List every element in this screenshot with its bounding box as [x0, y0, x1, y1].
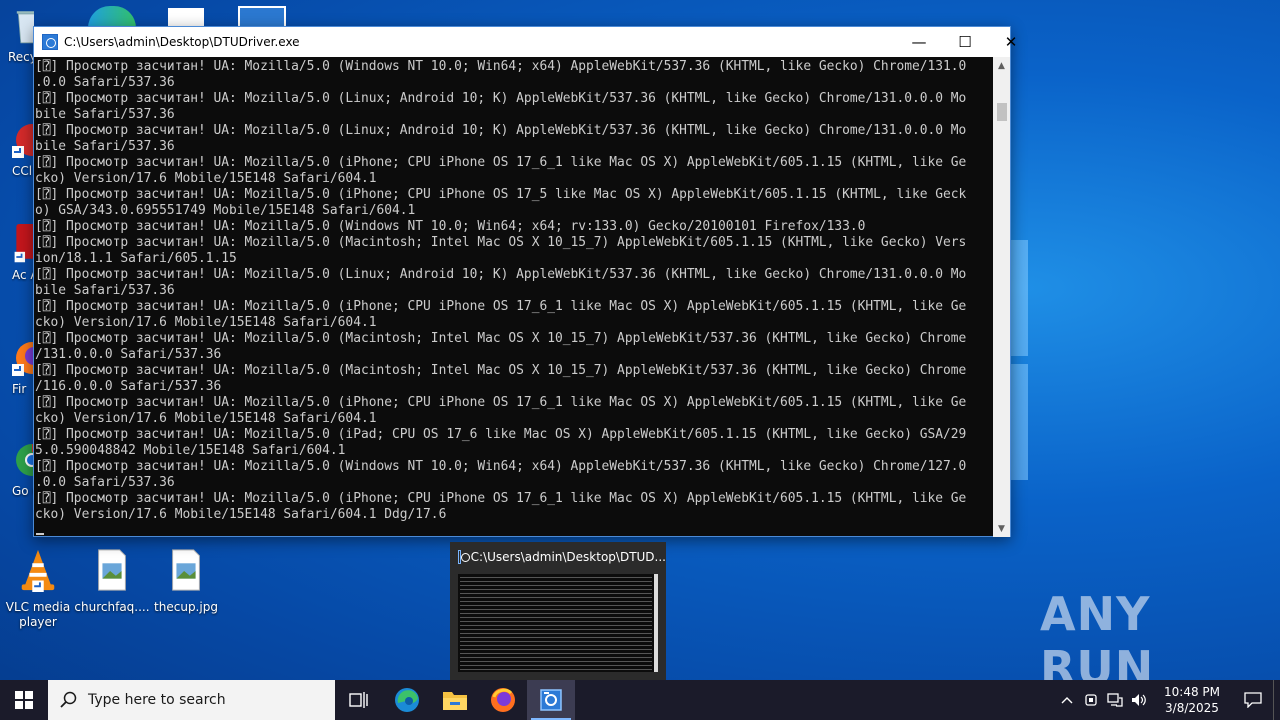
console-app-icon [42, 34, 58, 50]
console-taskbar-button[interactable] [527, 680, 575, 720]
notification-center-button[interactable] [1233, 680, 1273, 720]
desktop-icon-recycle-bin[interactable]: Recy [8, 6, 34, 64]
recycle-bin-icon [16, 11, 34, 44]
clock-date: 3/8/2025 [1165, 701, 1219, 715]
word-doc-icon-partial [168, 8, 204, 28]
desktop-icon-churchfaq[interactable]: churchfaq.... [74, 548, 150, 615]
file-explorer-taskbar-button[interactable] [431, 680, 479, 720]
edge-desktop-icon-partial [88, 6, 136, 28]
close-button[interactable]: ✕ [988, 27, 1034, 57]
text-cursor [36, 533, 44, 535]
taskbar-search-box[interactable]: Type here to search [48, 680, 335, 720]
thumbnail-image[interactable] [458, 574, 658, 672]
search-icon [60, 691, 77, 708]
desktop-icon-label: thecup.jpg [154, 600, 218, 614]
task-view-button[interactable] [335, 680, 383, 720]
network-icon[interactable] [1103, 680, 1127, 720]
image-file-icon [172, 549, 200, 591]
firefox-icon [491, 688, 515, 712]
notification-icon [1244, 692, 1262, 708]
firefox-taskbar-button[interactable] [479, 680, 527, 720]
console-app-icon [458, 550, 469, 564]
window-titlebar[interactable]: C:\Users\admin\Desktop\DTUDriver.exe — ☐… [34, 27, 1017, 57]
volume-icon[interactable] [1127, 680, 1151, 720]
desktop-icon-label: Recy [8, 50, 34, 64]
windows-start-icon [15, 691, 33, 709]
console-output[interactable]: [⍰] Просмотр засчитан! UA: Mozilla/5.0 (… [34, 57, 994, 537]
console-app-icon [540, 689, 562, 711]
edge-icon [395, 688, 419, 712]
taskbar-thumbnail-preview[interactable]: C:\Users\admin\Desktop\DTUD... [450, 542, 666, 680]
desktop-icon-label: VLC media player [5, 600, 71, 629]
desktop-icon-vlc[interactable]: VLC media player [0, 548, 76, 630]
vertical-scrollbar[interactable]: ▲ ▼ [993, 57, 1010, 537]
scrollbar-thumb[interactable] [997, 103, 1007, 121]
window-title: C:\Users\admin\Desktop\DTUDriver.exe [64, 35, 300, 49]
search-placeholder: Type here to search [88, 692, 226, 708]
thumbnail-title: C:\Users\admin\Desktop\DTUD... [470, 550, 666, 564]
scroll-up-arrow-icon[interactable]: ▲ [993, 57, 1010, 74]
desktop-icon-thecup[interactable]: thecup.jpg [148, 548, 224, 615]
anyrun-watermark: ANY RUN [1040, 587, 1280, 680]
folder-icon [443, 692, 467, 710]
edge-taskbar-button[interactable] [383, 680, 431, 720]
taskbar-clock[interactable]: 10:48 PM 3/8/2025 [1151, 684, 1233, 716]
scroll-down-arrow-icon[interactable]: ▼ [993, 520, 1010, 537]
tray-device-icon[interactable] [1079, 680, 1103, 720]
watermark-text: ANY RUN [1040, 587, 1155, 680]
maximize-button[interactable]: ☐ [942, 27, 988, 57]
console-text: [⍰] Просмотр засчитан! UA: Mozilla/5.0 (… [35, 59, 967, 522]
console-window[interactable]: C:\Users\admin\Desktop\DTUDriver.exe — ☐… [33, 26, 1017, 537]
tray-overflow-chevron-up-icon[interactable] [1055, 680, 1079, 720]
app-icon-partial [238, 6, 286, 28]
clock-time: 10:48 PM [1164, 685, 1220, 699]
start-button[interactable] [0, 680, 48, 720]
minimize-button[interactable]: — [896, 27, 942, 57]
show-desktop-button[interactable] [1273, 680, 1280, 720]
desktop-icon-label: churchfaq.... [74, 600, 150, 614]
taskbar: Type here to search 10:48 PM 3/8/2025 [0, 680, 1280, 720]
system-tray: 10:48 PM 3/8/2025 [1055, 680, 1280, 720]
task-view-icon [349, 692, 368, 708]
vlc-cone-icon [21, 549, 55, 592]
image-file-icon [98, 549, 126, 591]
